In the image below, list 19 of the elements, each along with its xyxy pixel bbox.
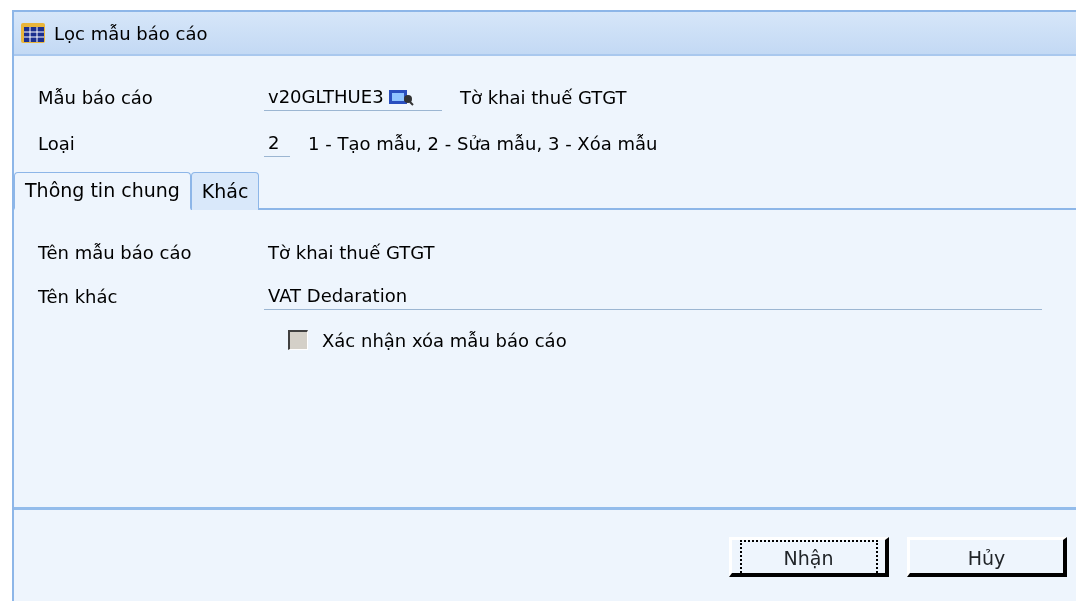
input-field[interactable]: v20GLTHUE3: [264, 83, 442, 111]
input-field[interactable]: 2: [264, 129, 290, 157]
tab[interactable]: Khác: [190, 172, 260, 210]
table-icon: [20, 22, 46, 44]
checkbox-label: Xác nhận xóa mẫu báo cáo: [322, 328, 567, 353]
tab[interactable]: Thông tin chung: [14, 172, 191, 210]
field-label: Tên mẫu báo cáo: [38, 240, 193, 265]
field-label: Mẫu báo cáo: [38, 85, 154, 110]
field-value: Tờ khai thuế GTGT: [267, 240, 436, 265]
dialog-button[interactable]: Hủy: [907, 537, 1067, 577]
input-field[interactable]: VAT Dedaration: [264, 282, 1042, 310]
lookup-icon[interactable]: [388, 87, 415, 106]
field-note: Tờ khai thuế GTGT: [460, 85, 627, 110]
field-label: Tên khác: [38, 284, 119, 309]
window-title: Lọc mẫu báo cáo: [54, 21, 208, 46]
field-note: 1 - Tạo mẫu, 2 - Sửa mẫu, 3 - Xóa mẫu: [308, 131, 658, 156]
dialog-button[interactable]: Nhận: [729, 537, 889, 577]
checkbox[interactable]: [288, 330, 308, 350]
field-label: Loại: [38, 131, 76, 156]
